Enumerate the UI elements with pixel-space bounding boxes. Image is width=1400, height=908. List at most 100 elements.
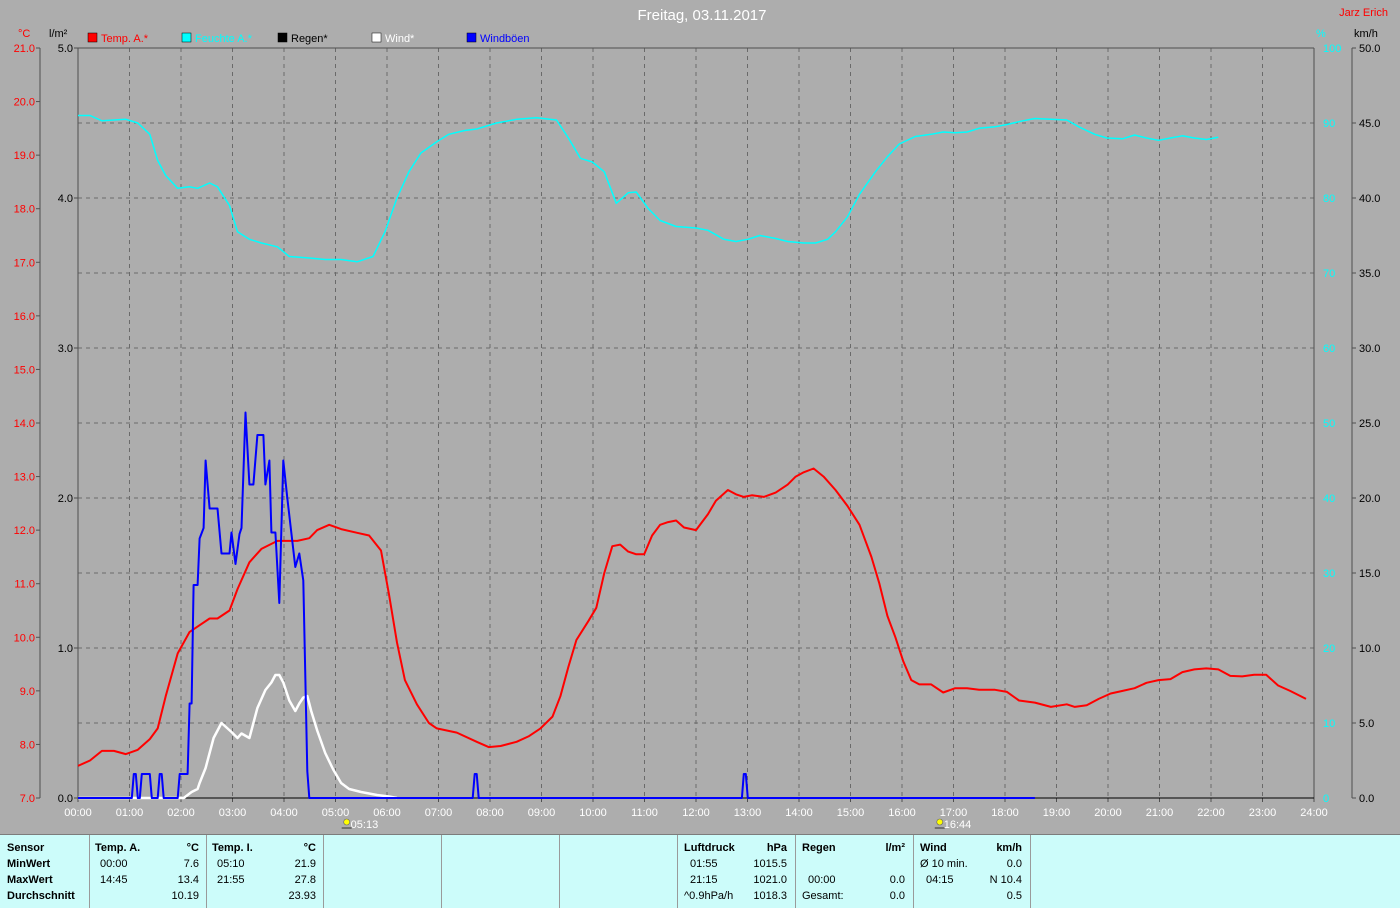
x-tick-label-5: 05:00	[322, 807, 350, 819]
x-tick-label-22: 22:00	[1197, 807, 1225, 819]
wind-unit-label: km/h	[1354, 28, 1378, 40]
rain-tick-label-2: 2.0	[58, 493, 73, 505]
legend-swatch-0	[87, 32, 98, 43]
humidity-tick-label-8: 80	[1323, 193, 1335, 205]
wind-tick-label-7: 35.0	[1359, 268, 1380, 280]
stats-temp-i-column: Temp. I. °C 05:10 21.9 21:55 27.8 23.93	[207, 835, 324, 908]
pressure-trend-label: ^0.9hPa/h	[684, 890, 734, 902]
wind-header: Wind	[920, 842, 947, 854]
wind-tick-label-6: 30.0	[1359, 343, 1380, 355]
x-tick-label-4: 04:00	[270, 807, 298, 819]
temp-a-max-time: 14:45	[100, 874, 128, 886]
rain-tick-label-5: 5.0	[58, 43, 73, 55]
x-tick-label-2: 02:00	[167, 807, 195, 819]
wind-tick-label-4: 20.0	[1359, 493, 1380, 505]
rain-total-value: 0.0	[889, 890, 905, 902]
pressure-avg-value: 1018.3	[753, 890, 787, 902]
rain-header: Regen	[802, 842, 836, 854]
pressure-unit: hPa	[766, 842, 787, 854]
humidity-tick-label-5: 50	[1323, 418, 1335, 430]
humidity-tick-label-1: 10	[1323, 718, 1335, 730]
rain-unit: l/m²	[885, 842, 905, 854]
legend-label-2: Regen*	[291, 33, 328, 45]
temp-i-header: Temp. I.	[212, 842, 253, 854]
wind-avg-value: 0.5	[1006, 890, 1022, 902]
temp-i-min-time: 05:10	[217, 858, 245, 870]
x-tick-label-17: 17:00	[940, 807, 968, 819]
wind-tick-label-3: 15.0	[1359, 568, 1380, 580]
wind-tick-label-5: 25.0	[1359, 418, 1380, 430]
sunset-icon-sun	[936, 818, 944, 826]
temp-tick-label-2: 9.0	[20, 686, 35, 698]
x-tick-label-12: 12:00	[682, 807, 710, 819]
humidity-tick-label-3: 30	[1323, 568, 1335, 580]
temp-tick-label-3: 10.0	[14, 632, 35, 644]
humidity-tick-label-2: 20	[1323, 643, 1335, 655]
pressure-min-time: 01:55	[690, 858, 718, 870]
x-tick-label-8: 08:00	[476, 807, 504, 819]
wind-max-time: 04:15	[926, 874, 954, 886]
wind-avg10-label: Ø 10 min.	[920, 858, 968, 870]
stats-pressure-column: Luftdruck hPa 01:55 1015.5 21:15 1021.0 …	[678, 835, 796, 908]
rain-tick-label-4: 4.0	[58, 193, 73, 205]
temp-a-min-time: 00:00	[100, 858, 128, 870]
stats-wind-column: Wind km/h Ø 10 min. 0.0 04:15 N 10.4 0.5	[914, 835, 1031, 908]
rain-max-value: 0.0	[889, 874, 905, 886]
rain-total-label: Gesamt:	[802, 890, 844, 902]
temp-tick-label-10: 17.0	[14, 257, 35, 269]
chart-background	[0, 0, 1400, 834]
temp-a-max-value: 13.4	[177, 874, 199, 886]
wind-tick-label-0: 0.0	[1359, 793, 1374, 805]
temp-i-unit: °C	[303, 842, 316, 854]
rain-max-time: 00:00	[808, 874, 836, 886]
x-tick-label-24: 24:00	[1300, 807, 1328, 819]
stats-empty-column-1	[324, 835, 442, 908]
marker-label-0: 05:13	[351, 819, 379, 831]
temp-i-avg-value: 23.93	[288, 890, 316, 902]
stats-max-label: MaxWert	[7, 874, 53, 886]
x-tick-label-19: 19:00	[1043, 807, 1071, 819]
stats-temp-a-column: Temp. A. °C 00:00 7.6 14:45 13.4 10.19	[90, 835, 207, 908]
humidity-unit-label: %	[1316, 28, 1326, 40]
pressure-max-value: 1021.0	[753, 874, 787, 886]
x-tick-label-1: 01:00	[116, 807, 144, 819]
wind-max-value: N 10.4	[989, 874, 1022, 886]
x-tick-label-20: 20:00	[1094, 807, 1122, 819]
temp-a-unit: °C	[186, 842, 199, 854]
x-tick-label-9: 09:00	[528, 807, 556, 819]
legend-label-3: Wind*	[385, 33, 415, 45]
x-tick-label-14: 14:00	[785, 807, 813, 819]
x-tick-label-21: 21:00	[1146, 807, 1174, 819]
legend-swatch-3	[371, 32, 382, 43]
x-tick-label-6: 06:00	[373, 807, 401, 819]
x-tick-label-11: 11:00	[631, 807, 658, 819]
pressure-max-time: 21:15	[690, 874, 718, 886]
x-tick-label-13: 13:00	[734, 807, 762, 819]
x-tick-label-7: 07:00	[425, 807, 453, 819]
temp-tick-label-4: 11.0	[14, 579, 35, 591]
temp-i-max-time: 21:55	[217, 874, 245, 886]
author-label: Jarz Erich	[1339, 7, 1388, 19]
chart-title: Freitag, 03.11.2017	[638, 7, 767, 24]
x-tick-label-10: 10:00	[579, 807, 607, 819]
x-tick-label-3: 03:00	[219, 807, 247, 819]
temp-tick-label-12: 19.0	[14, 150, 35, 162]
humidity-tick-label-9: 90	[1323, 118, 1335, 130]
temp-i-max-value: 27.8	[294, 874, 316, 886]
temp-tick-label-0: 7.0	[20, 793, 35, 805]
stats-sensor-header: Sensor	[7, 842, 45, 854]
temp-a-min-value: 7.6	[183, 858, 199, 870]
temp-tick-label-9: 16.0	[14, 311, 35, 323]
wind-unit: km/h	[996, 842, 1022, 854]
wind-tick-label-10: 50.0	[1359, 43, 1380, 55]
stats-rain-column: Regen l/m² 00:00 0.0 Gesamt: 0.0	[796, 835, 914, 908]
x-tick-label-0: 00:00	[64, 807, 92, 819]
temp-tick-label-8: 15.0	[14, 364, 35, 376]
humidity-tick-label-0: 0	[1323, 793, 1329, 805]
wind-tick-label-8: 40.0	[1359, 193, 1380, 205]
wind-tick-label-1: 5.0	[1359, 718, 1374, 730]
pressure-min-value: 1015.5	[753, 858, 787, 870]
temp-tick-label-1: 8.0	[20, 739, 35, 751]
weather-chart: Freitag, 03.11.2017 Jarz Erich °C l/m² %…	[0, 0, 1400, 834]
legend-label-0: Temp. A.*	[101, 33, 149, 45]
